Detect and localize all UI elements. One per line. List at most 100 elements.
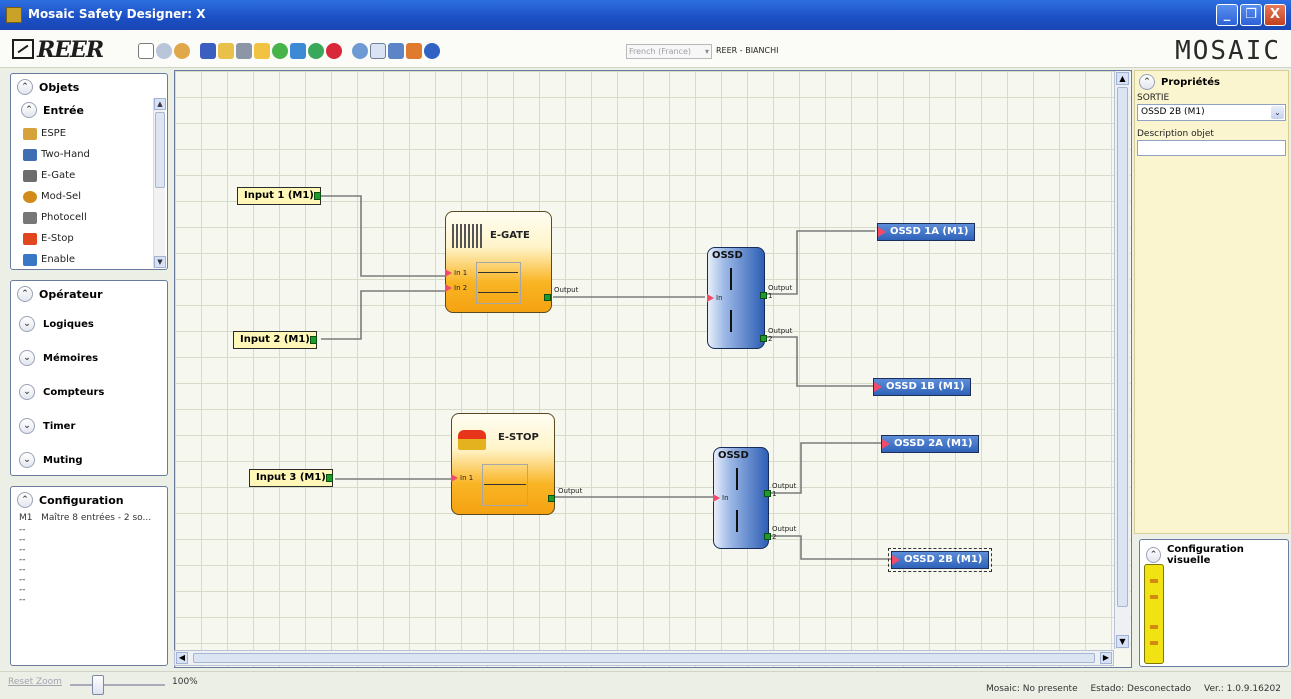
e-gate-block[interactable]: E-GATE In 1 In 2 Output — [445, 211, 578, 313]
transfer-icon[interactable] — [290, 43, 306, 59]
output-block[interactable]: OSSD 1B (M1) — [873, 378, 972, 396]
objet-item-espe[interactable]: ESPE — [11, 123, 167, 144]
sortie-select[interactable]: OSSD 2B (M1) ⌄ — [1137, 104, 1286, 121]
input-pin-icon — [874, 382, 882, 392]
scroll-right-icon[interactable]: ▶ — [1100, 652, 1112, 664]
expand-icon[interactable]: ⌄ — [19, 384, 35, 400]
zoom-slider-thumb[interactable] — [92, 675, 104, 695]
output-pin-icon[interactable] — [764, 533, 771, 540]
output-block[interactable]: OSSD 2A (M1) — [881, 435, 980, 453]
properties-header[interactable]: ⌃ Propriétés — [1135, 71, 1288, 93]
collapse-icon[interactable]: ⌃ — [17, 286, 33, 302]
output-pin-icon[interactable] — [548, 495, 555, 502]
user-icon[interactable] — [174, 43, 190, 59]
expand-icon[interactable]: ⌄ — [19, 452, 35, 468]
objet-item-e-stop[interactable]: E-Stop — [11, 228, 167, 249]
operateur-header[interactable]: ⌃ Opérateur — [11, 281, 167, 307]
two-hand-icon — [23, 148, 37, 161]
report-icon[interactable] — [370, 43, 386, 59]
save-icon[interactable] — [200, 43, 216, 59]
new-icon[interactable] — [138, 43, 154, 59]
input-pin-icon[interactable] — [451, 474, 458, 482]
language-select[interactable]: French (France) ▾ — [626, 44, 712, 59]
config-module-row[interactable]: M1 Maître 8 entrées - 2 so... — [11, 513, 167, 525]
operateur-item-memoires[interactable]: ⌄ Mémoires — [11, 341, 167, 375]
canvas-vscrollbar[interactable]: ▲ ▼ — [1114, 71, 1130, 649]
output-connector[interactable] — [313, 192, 321, 200]
description-input[interactable] — [1137, 140, 1286, 156]
scroll-left-icon[interactable]: ◀ — [176, 652, 188, 664]
configuration-header[interactable]: ⌃ Configuration — [11, 487, 167, 513]
input-block[interactable]: Input 3 (M1) — [249, 469, 333, 487]
operateur-item-compteurs[interactable]: ⌄ Compteurs — [11, 375, 167, 409]
output-connector[interactable] — [325, 474, 333, 482]
contact-line — [484, 484, 526, 485]
objets-header[interactable]: ⌃ Objets — [11, 74, 167, 100]
edit-icon[interactable] — [254, 43, 270, 59]
output-pin-icon[interactable] — [544, 294, 551, 301]
collapse-icon[interactable]: ⌃ — [17, 492, 33, 508]
collapse-icon[interactable]: ⌃ — [1146, 547, 1161, 563]
scroll-thumb[interactable] — [193, 653, 1095, 663]
monitor-icon[interactable] — [388, 43, 404, 59]
objets-scrollbar[interactable]: ▲ ▼ — [153, 98, 166, 268]
objets-panel: ⌃ Objets ⌃ Entrée ESPE Two-Hand E-Gate M… — [10, 73, 168, 270]
input-pin-icon[interactable] — [445, 284, 452, 292]
scroll-down-icon[interactable]: ▼ — [154, 256, 166, 268]
objet-item-mod-sel[interactable]: Mod-Sel — [11, 186, 167, 207]
expand-icon[interactable]: ⌄ — [19, 350, 35, 366]
expand-icon[interactable]: ⌄ — [19, 418, 35, 434]
refresh-icon[interactable] — [308, 43, 324, 59]
objet-item-two-hand[interactable]: Two-Hand — [11, 144, 167, 165]
ossd-block[interactable]: OSSD In Output 1 Output 2 — [707, 247, 792, 349]
minimize-button[interactable]: _ — [1216, 4, 1238, 26]
description-label: Description objet — [1137, 129, 1214, 139]
reset-zoom-link[interactable]: Reset Zoom — [8, 677, 62, 687]
output-pin-icon[interactable] — [764, 490, 771, 497]
scroll-down-icon[interactable]: ▼ — [1116, 635, 1129, 648]
collapse-icon[interactable]: ⌃ — [17, 79, 33, 95]
objet-item-photocell[interactable]: Photocell — [11, 207, 167, 228]
collapse-icon[interactable]: ⌃ — [21, 102, 37, 118]
zoom-icon[interactable] — [352, 43, 368, 59]
output-pin-icon[interactable] — [760, 292, 767, 299]
input-block[interactable]: Input 2 (M1) — [233, 331, 317, 349]
scroll-thumb[interactable] — [155, 112, 165, 188]
scroll-up-icon[interactable]: ▲ — [1116, 72, 1129, 85]
input-pin-icon[interactable] — [445, 269, 452, 277]
close-button[interactable]: X — [1264, 4, 1286, 26]
help-icon[interactable] — [424, 43, 440, 59]
open-icon[interactable] — [156, 43, 172, 59]
diagram-canvas[interactable]: Input 1 (M1) Input 2 (M1) Input 3 (M1) E… — [174, 70, 1132, 668]
collapse-icon[interactable]: ⌃ — [1139, 74, 1155, 90]
canvas-hscrollbar[interactable]: ◀ ▶ — [174, 650, 1114, 666]
e-stop-block[interactable]: E-STOP In 1 Output — [451, 413, 582, 515]
input-block[interactable]: Input 1 (M1) — [237, 187, 321, 205]
print-icon[interactable] — [236, 43, 252, 59]
output-block-selected[interactable]: OSSD 2B (M1) — [887, 548, 993, 572]
objet-item-enable[interactable]: Enable — [11, 249, 167, 270]
objet-item-e-gate[interactable]: E-Gate — [11, 165, 167, 186]
entree-header[interactable]: ⌃ Entrée — [11, 100, 167, 123]
input-pin-icon[interactable] — [707, 294, 714, 302]
contacts-icon — [476, 262, 521, 304]
folder-icon[interactable] — [218, 43, 234, 59]
maximize-button[interactable]: ❐ — [1240, 4, 1262, 26]
output-connector[interactable] — [309, 336, 317, 344]
stop-icon[interactable] — [326, 43, 342, 59]
chevron-down-icon[interactable]: ⌄ — [1271, 106, 1284, 119]
zoom-slider-track[interactable] — [70, 684, 165, 686]
scroll-thumb[interactable] — [1117, 87, 1128, 607]
operateur-item-timer[interactable]: ⌄ Timer — [11, 409, 167, 443]
input-pin-icon[interactable] — [713, 494, 720, 502]
tools-icon[interactable] — [406, 43, 422, 59]
validate-icon[interactable] — [272, 43, 288, 59]
operateur-item-muting[interactable]: ⌄ Muting — [11, 443, 167, 477]
e-gate-icon — [23, 169, 37, 182]
ossd-block[interactable]: OSSD In Output 1 Output 2 — [713, 447, 796, 549]
output-block[interactable]: OSSD 1A (M1) — [877, 223, 976, 241]
operateur-item-logiques[interactable]: ⌄ Logiques — [11, 307, 167, 341]
output-pin-icon[interactable] — [760, 335, 767, 342]
scroll-up-icon[interactable]: ▲ — [154, 98, 166, 110]
expand-icon[interactable]: ⌄ — [19, 316, 35, 332]
